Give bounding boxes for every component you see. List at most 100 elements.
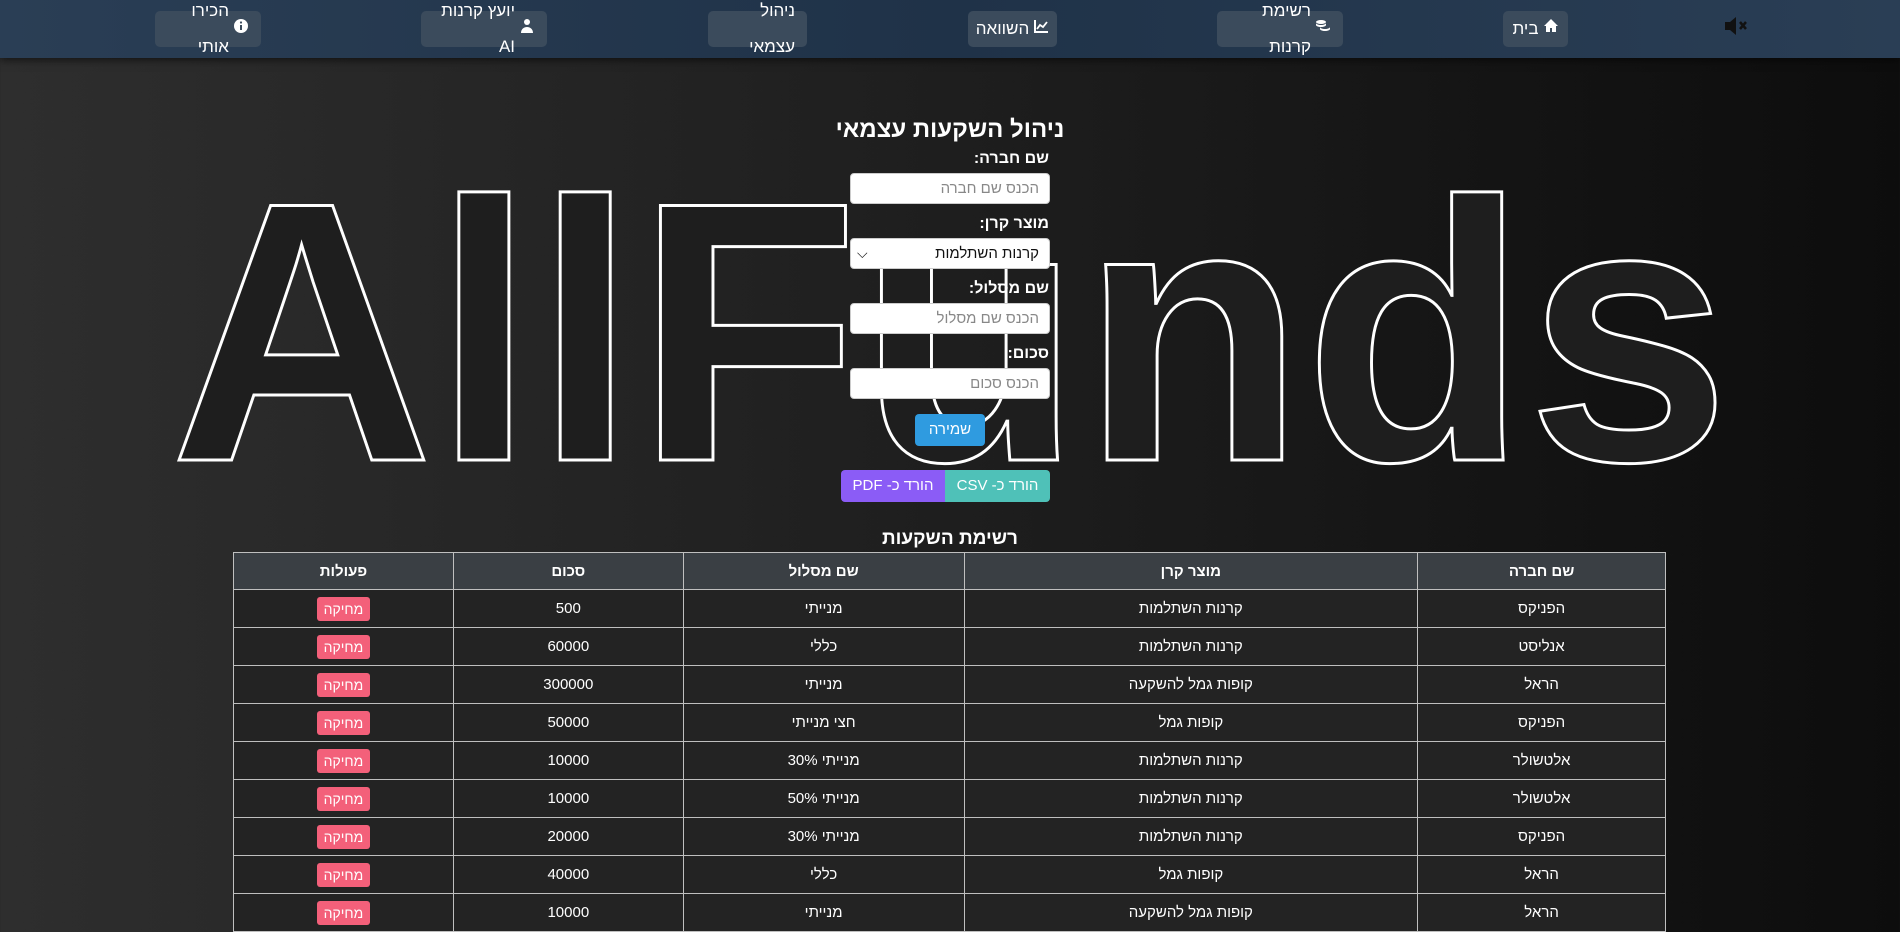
- delete-button[interactable]: מחיקה: [316, 824, 371, 849]
- cell-track: מנייתי: [682, 589, 965, 628]
- chart-line-icon: [1033, 11, 1049, 47]
- amount-input[interactable]: הכנס סכום: [850, 368, 1050, 399]
- table-row: הראל קופות גמל כללי 40000 מחיקה: [233, 855, 1666, 894]
- delete-button[interactable]: מחיקה: [316, 634, 371, 659]
- cell-product: קרנות השתלמות: [963, 627, 1419, 666]
- nav-ai-advisor-button[interactable]: יועץ קרנות AI: [421, 1, 547, 56]
- investments-table: שם חברה מוצר קרן שם מסלול סכום פעולות הפ…: [233, 552, 1666, 932]
- nav-funds-list-label: רשימת קרנות: [1262, 1, 1311, 56]
- cell-amount: 40000: [452, 855, 684, 894]
- cell-actions: מחיקה: [233, 703, 454, 742]
- company-label: שם חברה:: [973, 150, 1049, 167]
- nav-self-manage-label: ניהול עצמאי: [749, 1, 795, 56]
- table-row: הפניקס קרנות השתלמות מנייתי 500 מחיקה: [233, 589, 1666, 628]
- cell-amount: 50000: [452, 703, 684, 742]
- cell-amount: 10000: [452, 893, 684, 932]
- amount-label: סכום:: [1007, 345, 1049, 362]
- header-track: שם מסלול: [682, 552, 965, 590]
- delete-button[interactable]: מחיקה: [316, 596, 371, 621]
- cell-product: קרנות השתלמות: [963, 779, 1419, 818]
- cell-actions: מחיקה: [233, 741, 454, 780]
- cell-product: קרנות השתלמות: [963, 741, 1419, 780]
- cell-actions: מחיקה: [233, 589, 454, 628]
- header-actions: פעולות: [233, 552, 454, 590]
- nav-home-label: בית: [1512, 19, 1539, 38]
- cell-actions: מחיקה: [233, 893, 454, 932]
- top-navbar: בית רשימת קרנות השוואה ניהול עצמאי יועץ …: [0, 0, 1900, 58]
- cell-product: קופות גמל: [963, 855, 1419, 894]
- cell-amount: 300000: [452, 665, 684, 704]
- nav-ai-advisor-label: יועץ קרנות AI: [441, 1, 515, 56]
- cell-actions: מחיקה: [233, 855, 454, 894]
- delete-button[interactable]: מחיקה: [316, 672, 371, 697]
- nav-compare-button[interactable]: השוואה: [968, 11, 1057, 47]
- home-icon: [1543, 11, 1559, 47]
- product-select-value: קרנות השתלמות: [935, 245, 1039, 262]
- cell-amount: 20000: [452, 817, 684, 856]
- cell-actions: מחיקה: [233, 817, 454, 856]
- delete-button[interactable]: מחיקה: [316, 748, 371, 773]
- download-pdf-button[interactable]: הורד כ- PDF: [841, 470, 945, 502]
- delete-button[interactable]: מחיקה: [316, 786, 371, 811]
- cell-track: חצי מנייתי: [682, 703, 965, 742]
- cell-amount: 60000: [452, 627, 684, 666]
- delete-button[interactable]: מחיקה: [316, 710, 371, 735]
- nav-about-button[interactable]: הכירו אותי: [155, 1, 261, 56]
- header-amount: סכום: [452, 552, 684, 590]
- cell-company: הראל: [1417, 893, 1666, 932]
- nav-funds-list-button[interactable]: רשימת קרנות: [1217, 1, 1343, 56]
- nav-compare-label: השוואה: [975, 19, 1030, 38]
- cell-product: קרנות השתלמות: [963, 817, 1419, 856]
- cell-amount: 10000: [452, 741, 684, 780]
- cell-track: מנייתי 30%: [682, 741, 965, 780]
- table-row: הפניקס קופות גמל חצי מנייתי 50000 מחיקה: [233, 703, 1666, 742]
- cell-company: הפניקס: [1417, 817, 1666, 856]
- cell-amount: 10000: [452, 779, 684, 818]
- users-icon: [519, 11, 535, 47]
- nav-self-manage-button[interactable]: ניהול עצמאי: [708, 1, 807, 56]
- table-row: אלטשולר קרנות השתלמות מנייתי 50% 10000 מ…: [233, 779, 1666, 818]
- table-row: הפניקס קרנות השתלמות מנייתי 30% 20000 מח…: [233, 817, 1666, 856]
- product-select[interactable]: קרנות השתלמות ⌵: [850, 238, 1050, 269]
- mute-icon[interactable]: [1722, 14, 1750, 38]
- save-button[interactable]: שמירה: [915, 414, 985, 446]
- cell-actions: מחיקה: [233, 627, 454, 666]
- coins-icon: [1315, 11, 1331, 47]
- cell-amount: 500: [452, 589, 684, 628]
- track-label: שם מסלול:: [968, 280, 1049, 297]
- table-row: אלטשולר קרנות השתלמות מנייתי 30% 10000 מ…: [233, 741, 1666, 780]
- cell-company: אלטשולר: [1417, 741, 1666, 780]
- nav-home-button[interactable]: בית: [1503, 11, 1568, 47]
- cell-product: קופות גמל להשקעה: [963, 665, 1419, 704]
- track-input[interactable]: הכנס שם מסלול: [850, 303, 1050, 334]
- cell-product: קופות גמל: [963, 703, 1419, 742]
- form-title: ניהול השקעות עצמאי: [835, 116, 1065, 143]
- cell-company: אלטשולר: [1417, 779, 1666, 818]
- header-product: מוצר קרן: [963, 552, 1419, 590]
- cell-track: מנייתי 50%: [682, 779, 965, 818]
- cell-company: הראל: [1417, 665, 1666, 704]
- delete-button[interactable]: מחיקה: [316, 862, 371, 887]
- cell-track: מנייתי: [682, 893, 965, 932]
- company-input[interactable]: הכנס שם חברה: [850, 173, 1050, 204]
- product-label: מוצר קרן:: [979, 215, 1049, 232]
- table-row: הראל קופות גמל להשקעה מנייתי 300000 מחיק…: [233, 665, 1666, 704]
- nav-about-label: הכירו אותי: [191, 1, 229, 56]
- cell-actions: מחיקה: [233, 665, 454, 704]
- header-company: שם חברה: [1417, 552, 1666, 590]
- delete-button[interactable]: מחיקה: [316, 900, 371, 925]
- download-csv-button[interactable]: הורד כ- CSV: [945, 470, 1050, 502]
- chevron-down-icon: ⌵: [857, 245, 868, 261]
- table-row: אנליסט קרנות השתלמות כללי 60000 מחיקה: [233, 627, 1666, 666]
- cell-company: הראל: [1417, 855, 1666, 894]
- info-circle-icon: [233, 11, 249, 47]
- cell-company: הפניקס: [1417, 703, 1666, 742]
- cell-track: כללי: [682, 855, 965, 894]
- investments-list-title: רשימת השקעות: [882, 528, 1018, 549]
- cell-track: מנייתי 30%: [682, 817, 965, 856]
- cell-company: הפניקס: [1417, 589, 1666, 628]
- cell-product: קופות גמל להשקעה: [963, 893, 1419, 932]
- cell-product: קרנות השתלמות: [963, 589, 1419, 628]
- cell-track: כללי: [682, 627, 965, 666]
- cell-actions: מחיקה: [233, 779, 454, 818]
